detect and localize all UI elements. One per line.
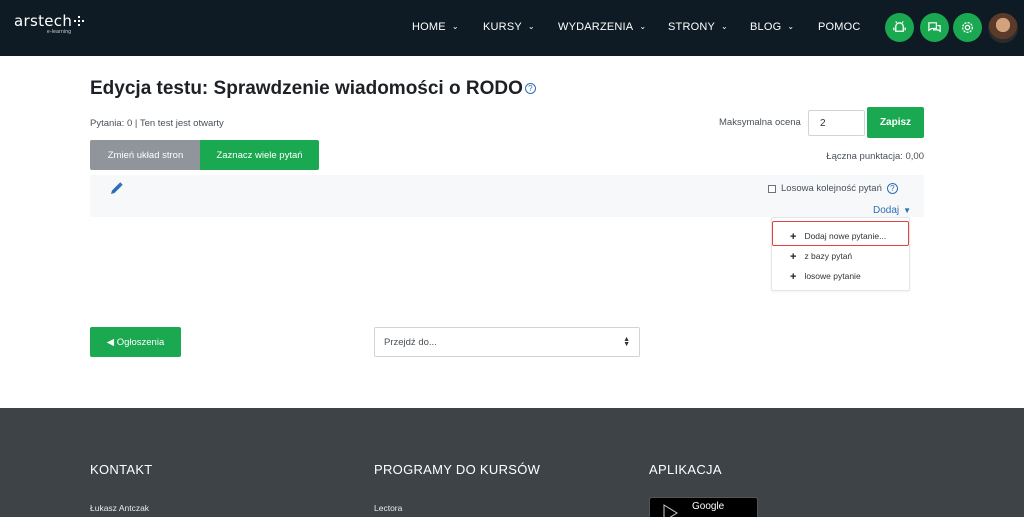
chevron-down-icon: ⌄ [639,22,647,31]
footer-heading-apps: APLIKACJA [649,462,722,477]
shuffle-checkbox[interactable] [768,184,776,193]
nav-item-label: WYDARZENIA [558,21,634,33]
nav-item-label: KURSY [483,21,522,33]
announcements-button[interactable]: ◀ Ogłoszenia [90,327,181,357]
nav-item-label: POMOC [818,21,861,33]
gear-icon [961,21,974,34]
nav-item-events[interactable]: WYDARZENIA ⌄ [558,21,646,33]
menu-item-label: Dodaj nowe pytanie... [804,231,887,241]
android-icon [893,21,906,32]
nav-item-courses[interactable]: KURSY ⌄ [483,21,535,33]
play-store-icon [663,504,678,517]
logo-dots-icon [74,16,85,26]
chat-icon [928,22,941,33]
menu-item-label: z bazy pytań [804,251,853,261]
quiz-status: Pytania: 0 | Ten test jest otwarty [90,118,224,129]
footer-program-link[interactable]: Lectora [374,503,402,513]
edit-section-button[interactable] [108,181,124,197]
repaginate-button[interactable]: Zmień układ stron [90,140,201,170]
plus-icon: + [790,251,797,263]
settings-button[interactable] [953,13,982,42]
nav-item-help[interactable]: POMOC [818,21,861,33]
section-header [90,175,924,217]
jump-to-select[interactable]: Przejdź do... ▲ ▼ [374,327,640,357]
plus-icon: + [790,231,797,243]
nav-item-pages[interactable]: STRONY ⌄ [668,21,728,33]
messages-button[interactable] [920,13,949,42]
select-arrows-icon: ▲ ▼ [623,336,630,348]
user-avatar[interactable] [988,13,1018,43]
footer: KONTAKT PROGRAMY DO KURSÓW APLIKACJA Łuk… [0,408,1024,517]
caret-down-icon: ▼ [903,206,912,215]
google-play-badge[interactable]: Google [649,497,758,517]
jump-to-placeholder: Przejdź do... [384,336,437,348]
chevron-down-icon: ⌄ [721,22,728,31]
chevron-down-icon: ⌄ [527,22,535,31]
page-title-text: Edycja testu: Sprawdzenie wiadomości o R… [90,78,523,99]
shuffle-option: Losowa kolejność pytań ? [768,183,898,194]
chevron-down-icon: ⌄ [451,22,459,31]
help-icon[interactable]: ? [524,83,536,95]
pencil-icon [111,182,123,194]
total-points: Łączna punktacja: 0,00 [826,151,924,162]
max-grade-input[interactable] [808,110,865,136]
add-dropdown-menu: + Dodaj nowe pytanie... + z bazy pytań + lo… [771,217,910,291]
logo-text: arstech [14,12,73,30]
site-logo[interactable]: arstech e-learning [14,12,85,35]
footer-contact-name: Łukasz Antczak [90,503,150,513]
menu-item-random-question[interactable]: + losowe pytanie [790,270,861,283]
nav-item-label: BLOG [750,21,782,33]
menu-item-label: losowe pytanie [804,271,861,281]
nav-item-label: STRONY [668,21,716,33]
footer-heading-contact: KONTAKT [90,462,153,477]
nav-item-label: HOME [412,21,446,33]
max-grade-label: Maksymalna ocena [719,117,801,128]
android-app-button[interactable] [885,13,914,42]
save-button[interactable]: Zapisz [867,107,924,138]
plus-icon: + [790,271,797,283]
add-menu-toggle[interactable]: Dodaj ▼ [873,205,911,216]
menu-item-from-bank[interactable]: + z bazy pytań [790,250,853,263]
help-icon[interactable]: ? [886,183,898,194]
top-navbar: arstech e-learning HOME ⌄ KURSY ⌄ WYDARZEN… [0,0,1024,56]
page-title: Edycja testu: Sprawdzenie wiadomości o R… [90,78,536,100]
add-label: Dodaj [873,205,900,216]
store-label: Google [692,501,725,512]
chevron-down-icon: ⌄ [787,22,795,31]
nav-item-blog[interactable]: BLOG ⌄ [750,21,794,33]
logo-subtitle: e-learning [47,29,72,35]
nav-item-home[interactable]: HOME ⌄ [412,21,459,33]
footer-heading-programs: PROGRAMY DO KURSÓW [374,462,541,477]
select-multiple-button[interactable]: Zaznacz wiele pytań [200,140,319,170]
shuffle-label: Losowa kolejność pytań [781,183,882,194]
menu-item-new-question[interactable]: + Dodaj nowe pytanie... [790,230,887,243]
